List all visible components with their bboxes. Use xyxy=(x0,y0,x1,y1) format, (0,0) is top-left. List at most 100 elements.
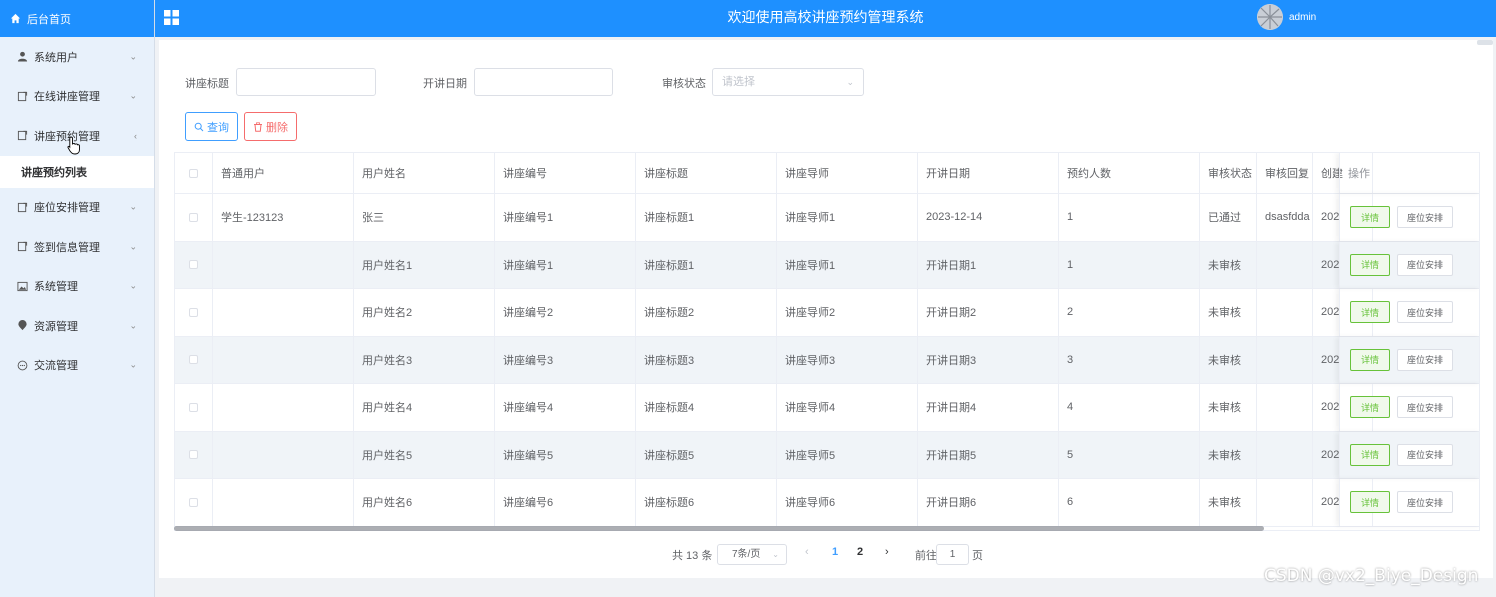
goto-page-input[interactable]: 1 xyxy=(936,544,969,565)
goto-prefix: 前往 xyxy=(915,550,937,562)
page-size-select[interactable]: 7条/页 ⌄ xyxy=(717,544,787,565)
query-button[interactable]: 查询 xyxy=(185,112,238,141)
table-cell: 讲座标题5 xyxy=(636,431,777,478)
detail-button[interactable]: 详情 xyxy=(1350,301,1390,324)
table-cell: 讲座编号5 xyxy=(495,431,636,478)
sidebar-item-label: 交流管理 xyxy=(34,360,78,373)
detail-button[interactable]: 详情 xyxy=(1350,348,1390,371)
detail-button[interactable]: 详情 xyxy=(1350,253,1390,276)
sidebar: 后台首页 系统用户 ⌄ 在线讲座管理 ⌄ 讲座预约管理 ‹ 讲座预约列表 座位安… xyxy=(0,0,155,597)
seat-arrange-button[interactable]: 座位安排 xyxy=(1397,206,1453,229)
table-cell: 用户姓名6 xyxy=(354,479,495,526)
trash-icon xyxy=(253,121,263,132)
sidebar-item-communication[interactable]: 交流管理 ⌄ xyxy=(0,346,154,386)
checkbox[interactable] xyxy=(189,260,198,270)
table-cell: 2023-12-14 xyxy=(918,194,1059,241)
seat-arrange-button[interactable]: 座位安排 xyxy=(1397,301,1453,324)
sidebar-item-system-users[interactable]: 系统用户 ⌄ xyxy=(0,37,154,77)
prev-page-icon[interactable]: ‹ xyxy=(805,546,809,558)
delete-button[interactable]: 删除 xyxy=(244,112,297,141)
sidebar-subitem-booking-list[interactable]: 讲座预约列表 xyxy=(0,155,154,188)
date-filter-input[interactable] xyxy=(474,68,613,96)
delete-button-label: 删除 xyxy=(266,121,288,134)
query-button-label: 查询 xyxy=(207,121,229,134)
table-horizontal-scrollbar[interactable] xyxy=(174,526,1264,531)
status-filter-select[interactable]: 请选择 ⌄ xyxy=(712,68,864,96)
table-cell: 开讲日期4 xyxy=(918,384,1059,431)
chevron-down-icon: ⌄ xyxy=(129,320,137,331)
sidebar-item-system-management[interactable]: 系统管理 ⌄ xyxy=(0,267,154,307)
table-cell: 开讲日期6 xyxy=(918,479,1059,526)
chevron-down-icon: ⌄ xyxy=(129,359,137,370)
header-select-all[interactable] xyxy=(175,153,213,193)
table-cell xyxy=(213,384,354,431)
table-cell: 4 xyxy=(1059,384,1200,431)
title-filter-input[interactable] xyxy=(236,68,376,96)
page-number-2[interactable]: 2 xyxy=(857,546,863,558)
table-cell: 用户姓名5 xyxy=(354,431,495,478)
column-header: 讲座编号 xyxy=(495,153,636,193)
sidebar-item-label: 资源管理 xyxy=(34,320,78,333)
table-cell: 未审核 xyxy=(1200,431,1257,478)
status-filter-label: 审核状态 xyxy=(662,78,706,90)
sidebar-home-label: 后台首页 xyxy=(27,13,71,26)
chevron-down-icon: ⌄ xyxy=(772,550,779,559)
checkbox[interactable] xyxy=(189,307,198,317)
table-cell xyxy=(1257,431,1313,478)
doc-icon xyxy=(17,202,28,213)
table-row: 用户姓名1 讲座编号1 讲座标题1 讲座导师1 开讲日期1 1 未审核 202 … xyxy=(175,241,1479,289)
table-cell: 开讲日期2 xyxy=(918,289,1059,336)
table-cell: 1 xyxy=(1059,241,1200,288)
table-row: 用户姓名3 讲座编号3 讲座标题3 讲座导师3 开讲日期3 3 未审核 202 … xyxy=(175,336,1479,384)
row-select[interactable] xyxy=(175,194,213,241)
sidebar-item-checkin[interactable]: 签到信息管理 ⌄ xyxy=(0,227,154,267)
checkbox[interactable] xyxy=(189,355,198,365)
detail-button[interactable]: 详情 xyxy=(1350,396,1390,419)
watermark: CSDN @vx2_Biye_Design xyxy=(1264,566,1479,586)
column-header: 开讲日期 xyxy=(918,153,1059,193)
username[interactable]: admin xyxy=(1289,12,1316,23)
sidebar-item-resource-management[interactable]: 资源管理 ⌄ xyxy=(0,306,154,346)
checkbox[interactable] xyxy=(189,450,198,460)
pagination-total: 共 13 条 xyxy=(672,550,713,562)
sidebar-home[interactable]: 后台首页 xyxy=(0,0,154,37)
row-select[interactable] xyxy=(175,384,213,431)
table-cell: 未审核 xyxy=(1200,289,1257,336)
row-select[interactable] xyxy=(175,479,213,526)
page-number-1[interactable]: 1 xyxy=(832,546,838,558)
table-row: 学生-123123 张三 讲座编号1 讲座标题1 讲座导师1 2023-12-1… xyxy=(175,194,1479,242)
page-scrollbar[interactable] xyxy=(1477,40,1493,45)
seat-arrange-button[interactable]: 座位安排 xyxy=(1397,253,1453,276)
detail-button[interactable]: 详情 xyxy=(1350,206,1390,229)
table-cell: 2 xyxy=(1059,289,1200,336)
column-header: 审核状态 xyxy=(1200,153,1257,193)
table-cell: 开讲日期3 xyxy=(918,336,1059,383)
table-cell: 讲座编号1 xyxy=(495,241,636,288)
seat-arrange-button[interactable]: 座位安排 xyxy=(1397,491,1453,514)
seat-arrange-button[interactable]: 座位安排 xyxy=(1397,443,1453,466)
detail-button[interactable]: 详情 xyxy=(1350,443,1390,466)
table-cell xyxy=(213,431,354,478)
row-select[interactable] xyxy=(175,289,213,336)
chevron-down-icon: ⌄ xyxy=(129,241,137,252)
row-select[interactable] xyxy=(175,241,213,288)
checkbox[interactable] xyxy=(189,212,198,222)
checkbox[interactable] xyxy=(189,402,198,412)
detail-button[interactable]: 详情 xyxy=(1350,491,1390,514)
table-cell: 6 xyxy=(1059,479,1200,526)
column-header: 讲座导师 xyxy=(777,153,918,193)
seat-arrange-button[interactable]: 座位安排 xyxy=(1397,348,1453,371)
chevron-down-icon: ⌄ xyxy=(129,201,137,212)
table-cell: 用户姓名1 xyxy=(354,241,495,288)
next-page-icon[interactable]: › xyxy=(885,546,889,558)
checkbox[interactable] xyxy=(189,497,198,507)
seat-arrange-button[interactable]: 座位安排 xyxy=(1397,396,1453,419)
home-icon xyxy=(9,13,21,25)
avatar[interactable] xyxy=(1257,4,1283,30)
checkbox[interactable] xyxy=(189,168,198,178)
row-select[interactable] xyxy=(175,431,213,478)
table-cell: 未审核 xyxy=(1200,384,1257,431)
sidebar-item-online-lecture[interactable]: 在线讲座管理 ⌄ xyxy=(0,77,154,117)
sidebar-item-seat-arrangement[interactable]: 座位安排管理 ⌄ xyxy=(0,188,154,228)
row-select[interactable] xyxy=(175,336,213,383)
